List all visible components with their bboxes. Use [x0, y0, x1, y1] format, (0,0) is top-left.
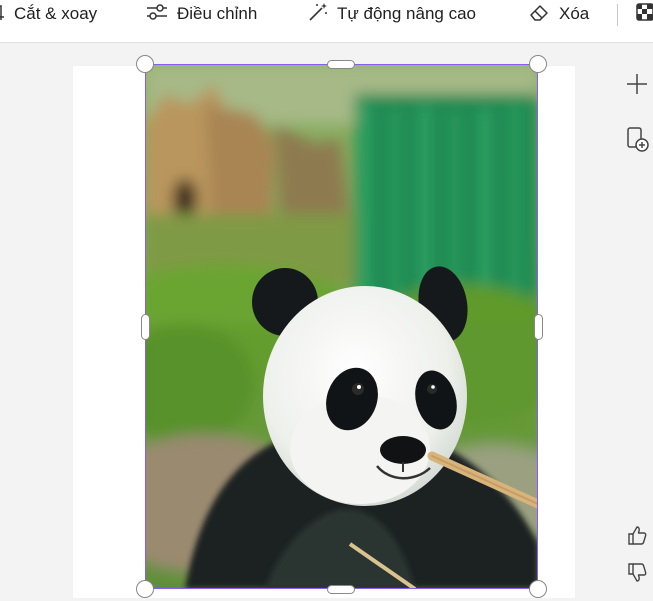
resize-handle-top-left[interactable] — [136, 55, 154, 73]
erase-button[interactable]: Xóa — [529, 0, 589, 28]
panda-photo[interactable] — [145, 64, 538, 589]
background-button[interactable] — [636, 0, 653, 28]
adjust-button[interactable]: Điều chỉnh — [145, 0, 257, 28]
add-button[interactable] — [622, 71, 652, 101]
checkerboard-icon — [636, 2, 653, 26]
resize-handle-right[interactable] — [534, 314, 543, 340]
crop-icon — [0, 2, 6, 27]
sliders-icon — [145, 2, 169, 27]
resize-handle-top-right[interactable] — [529, 55, 547, 73]
auto-enhance-label: Tự động nâng cao — [337, 4, 476, 23]
editor-toolbar: Cắt & xoay Điều chỉnh Tự động nâng cao X… — [0, 0, 653, 43]
resize-handle-bottom[interactable] — [327, 585, 355, 594]
add-page-button[interactable] — [622, 126, 652, 156]
erase-label: Xóa — [559, 4, 590, 23]
toolbar-divider — [617, 4, 618, 26]
like-button[interactable] — [622, 522, 652, 552]
resize-handle-top[interactable] — [327, 60, 355, 69]
auto-enhance-button[interactable]: Tự động nâng cao — [307, 0, 476, 28]
resize-handle-left[interactable] — [141, 314, 150, 340]
plus-icon — [625, 72, 649, 101]
eraser-icon — [529, 2, 551, 27]
magic-wand-icon — [307, 1, 329, 28]
resize-handle-bottom-left[interactable] — [136, 580, 154, 598]
crop-rotate-label: Cắt & xoay — [14, 4, 98, 23]
thumbs-up-icon — [626, 524, 648, 551]
dislike-button[interactable] — [622, 560, 652, 590]
thumbs-down-icon — [626, 562, 648, 589]
add-page-icon — [625, 126, 649, 157]
resize-handle-bottom-right[interactable] — [529, 580, 547, 598]
crop-rotate-button[interactable]: Cắt & xoay — [0, 0, 97, 28]
adjust-label: Điều chỉnh — [177, 4, 258, 23]
